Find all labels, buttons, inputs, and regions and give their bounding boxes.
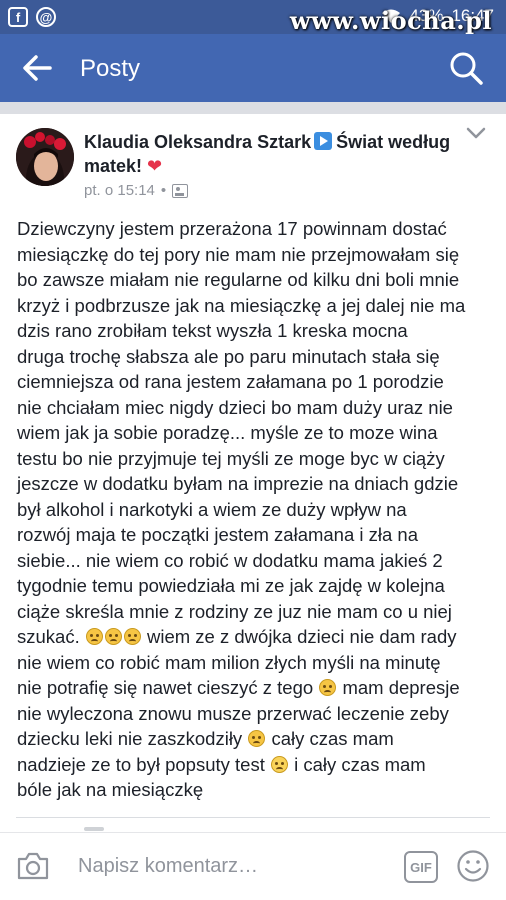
- post-line: był alkohol i narkotyki a wiem ze duży w…: [17, 498, 407, 520]
- post-line-text: dziecku leki nie zaszkodziły: [17, 728, 243, 749]
- post-line-text: nie potrafię się nawet cieszyć z tego: [17, 677, 314, 698]
- status-notification-icons: f @: [8, 7, 56, 27]
- post-line: krzyż i podbrzusze jak na miesiączkę a j…: [17, 294, 466, 316]
- shared-to-arrow-icon: [314, 132, 333, 150]
- post-line: druga trochę słabsza ale po paru minutac…: [17, 345, 440, 367]
- post-line: nadzieje ze to był popsuty test i cały c…: [17, 752, 497, 778]
- author-name[interactable]: Klaudia Oleksandra Sztark: [84, 132, 311, 152]
- post-timestamp[interactable]: pt. o 15:14: [84, 182, 155, 199]
- avatar-photo: [16, 128, 74, 186]
- post-line: rozwój maja te początki jestem załamana …: [17, 524, 419, 545]
- comment-bar: GIF: [0, 832, 506, 900]
- heart-icon: ❤: [147, 156, 163, 176]
- post-line-text: wiem ze z dwójka dzieci nie dam rady: [147, 626, 457, 647]
- camera-icon: [17, 852, 49, 880]
- sticker-button[interactable]: [456, 849, 490, 883]
- crying-emoji-icon: [104, 628, 122, 645]
- crying-emoji-icon: [319, 679, 337, 696]
- back-button[interactable]: [22, 54, 54, 82]
- disappointed-emoji-icon: [271, 755, 288, 773]
- post-divider: [16, 817, 490, 818]
- comment-input[interactable]: [66, 847, 386, 885]
- post-line: nie wiem co robić mam milion złych myśli…: [17, 651, 441, 673]
- post-line: ciąże skreśla mnie z rodziny ze juz nie …: [17, 600, 452, 622]
- post-line: bo zawsze miałam nie regularne od kilku …: [17, 269, 460, 290]
- crying-emoji-icon: [123, 628, 141, 645]
- post-line: nie wyleczona znowu musze przerwać lecze…: [17, 702, 449, 724]
- post-line-text: nadzieje ze to był popsuty test: [17, 753, 265, 775]
- post-line: testu bo nie przyjmuje tej myśli ze moge…: [17, 447, 445, 469]
- app-bar: Posty: [0, 34, 506, 102]
- post-line-text: cały czas mam: [271, 728, 394, 749]
- status-bar: f @ 43% 16:47 www.wiocha.pl: [0, 0, 506, 35]
- post-header: Klaudia Oleksandra Sztark Świat według ma…: [0, 114, 506, 204]
- post-line: Dziewczyny jestem przerażona 17 powinnam…: [17, 218, 447, 239]
- feed-divider: [0, 102, 506, 114]
- post-line-text: i cały czas mam: [294, 753, 426, 775]
- post-line: tygodnie temu powiedziała mi ze jak zajd…: [17, 575, 445, 596]
- post-line: dzis rano zrobiłam tekst wyszła 1 kreska…: [17, 320, 408, 341]
- post-author-line: Klaudia Oleksandra Sztark Świat według ma…: [84, 130, 454, 178]
- facebook-notification-icon: f: [8, 7, 28, 27]
- crying-emoji-icon: [85, 628, 103, 645]
- avatar[interactable]: [16, 128, 74, 186]
- search-button[interactable]: [448, 50, 484, 86]
- group-privacy-icon: [172, 183, 189, 198]
- gif-button[interactable]: GIF: [404, 851, 438, 883]
- post-line: dziecku leki nie zaszkodziły cały czas m…: [17, 726, 497, 752]
- post-text: Dziewczyny jestem przerażona 17 powinnam…: [17, 216, 497, 803]
- post-line: siebie... nie wiem co robić w dodatku ma…: [17, 549, 443, 571]
- post-line: nie potrafię się nawet cieszyć z tego ma…: [17, 675, 497, 701]
- post-line: bóle jak na miesiączkę: [17, 779, 204, 800]
- post-line: jeszcze w dodatku byłam na imprezie na d…: [17, 473, 459, 494]
- search-icon: [450, 52, 483, 85]
- post-line: wiem jak ja sobie poradzę... myśle ze to…: [17, 422, 438, 443]
- crying-emoji-icon: [248, 730, 266, 747]
- camera-button[interactable]: [16, 851, 50, 881]
- post-options-button[interactable]: [466, 126, 486, 140]
- smiley-icon: [457, 850, 489, 882]
- post-meta: pt. o 15:14 •: [84, 182, 189, 199]
- meta-separator: •: [160, 182, 167, 199]
- post-line: szukać. wiem ze z dwójka dzieci nie dam …: [17, 624, 497, 650]
- messenger-notification-icon: @: [36, 7, 56, 27]
- next-item-peek: [84, 827, 104, 831]
- post-line: ciemniejsza od rana jestem załamana po 1…: [17, 371, 444, 392]
- watermark: www.wiocha.pl: [289, 6, 492, 35]
- back-arrow-icon: [23, 55, 52, 81]
- post-line-text: mam depresje: [342, 677, 460, 698]
- post-line: miesiączkę do tej pory nie mam nie przej…: [17, 243, 460, 265]
- chevron-down-icon: [466, 127, 486, 139]
- page-title: Posty: [80, 55, 141, 82]
- post-line: nie chciałam miec nigdy dzieci bo mam du…: [17, 396, 453, 418]
- post-line-text: szukać.: [17, 626, 80, 647]
